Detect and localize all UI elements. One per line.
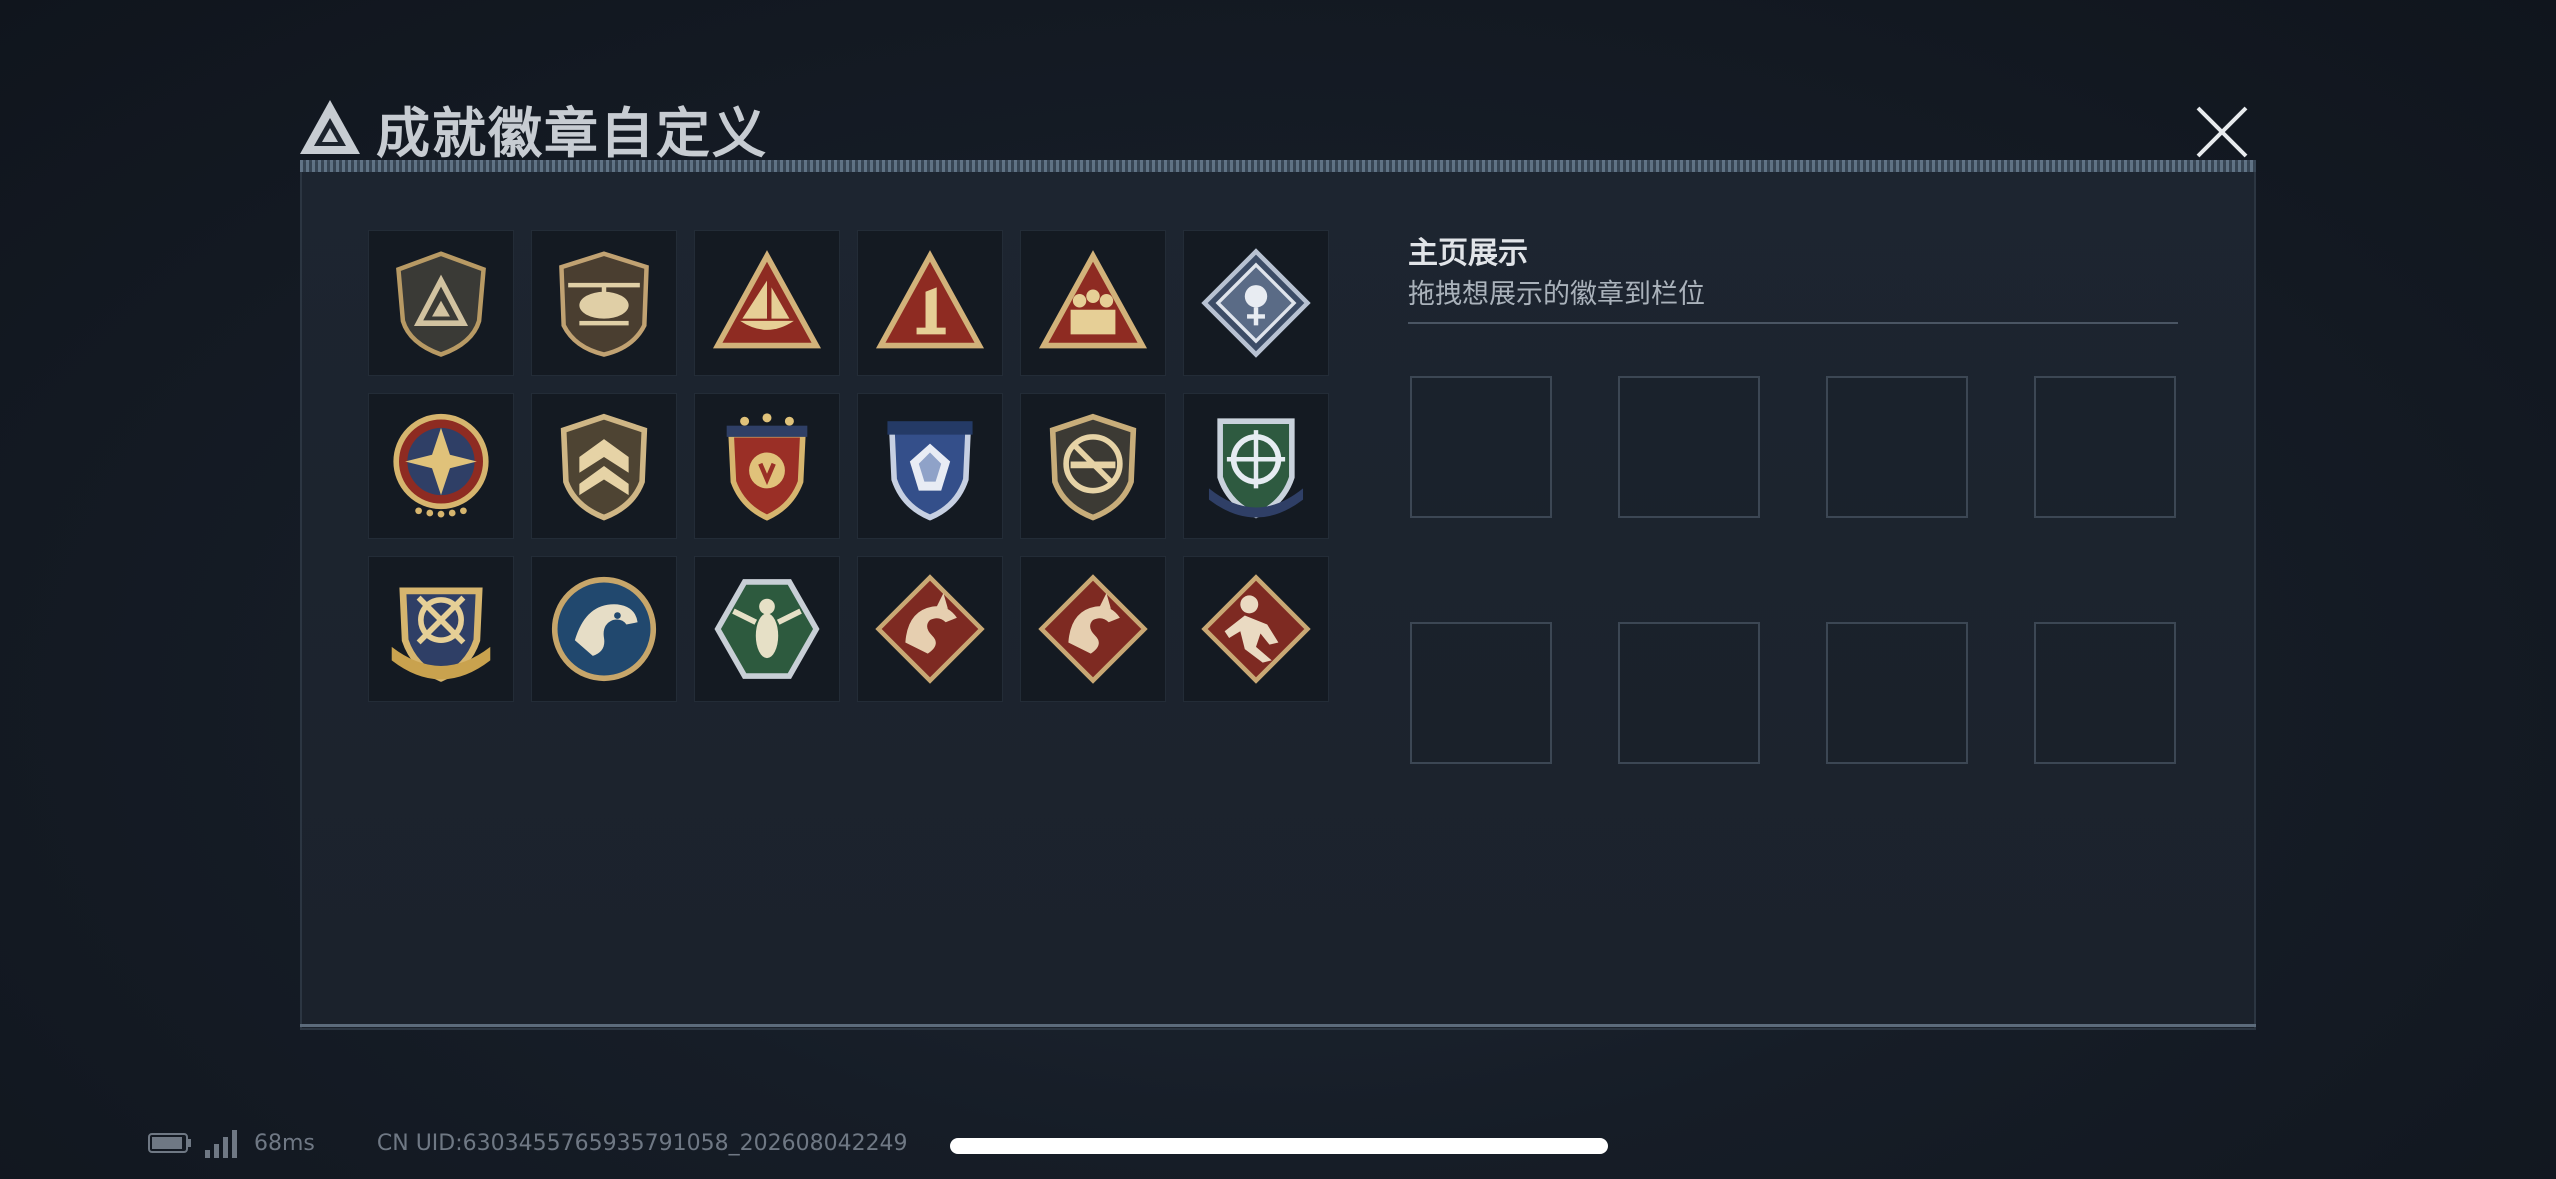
showcase-subtitle: 拖拽想展示的徽章到栏位 xyxy=(1408,279,1705,310)
green-hexagon-wasp-badge-icon xyxy=(714,579,820,679)
uid-text: CN UID:6303455765935791058_202608042249 xyxy=(376,1130,908,1156)
badge-no-rifle[interactable] xyxy=(1020,393,1166,539)
home-indicator[interactable] xyxy=(950,1138,1608,1154)
panel-bottom-line xyxy=(300,1024,2256,1027)
delta-triangle-logo-icon xyxy=(300,100,360,154)
shield-triangle-badge-icon xyxy=(396,251,486,357)
badge-green-crosshair[interactable] xyxy=(1183,393,1329,539)
triangle-soldiers-badge-icon xyxy=(1038,250,1148,349)
badge-triangle-number-one[interactable] xyxy=(857,230,1003,376)
showcase-divider xyxy=(1408,322,2178,324)
showcase-slot[interactable] xyxy=(1410,622,1552,764)
badge-grid xyxy=(368,230,1329,702)
badge-red-dragon-1[interactable] xyxy=(857,556,1003,702)
red-shield-stars-badge-icon xyxy=(726,413,808,521)
showcase-slot[interactable] xyxy=(1826,376,1968,518)
helicopter-badge-icon xyxy=(559,251,649,357)
badge-red-runner[interactable] xyxy=(1183,556,1329,702)
no-rifle-badge-icon xyxy=(1049,413,1137,521)
triangle-boat-badge-icon xyxy=(712,250,822,349)
badge-helicopter[interactable] xyxy=(531,230,677,376)
badge-shield-triangle[interactable] xyxy=(368,230,514,376)
badge-star-compass[interactable] xyxy=(368,393,514,539)
status-footer: 68ms CN UID:6303455765935791058_20260804… xyxy=(148,1128,908,1158)
page-title: 成就徽章自定义 xyxy=(376,101,768,165)
showcase-slot[interactable] xyxy=(2034,622,2176,764)
badge-triangle-soldiers[interactable] xyxy=(1020,230,1166,376)
gold-crosshair-shield-badge-icon xyxy=(391,587,491,682)
red-dragon-badge-icon xyxy=(875,574,985,684)
badge-diamond-rose[interactable] xyxy=(1183,230,1329,376)
green-crosshair-badge-icon xyxy=(1208,418,1304,519)
showcase-slot[interactable] xyxy=(1410,376,1552,518)
badge-green-hexagon-wasp[interactable] xyxy=(694,556,840,702)
screen: 成就徽章自定义 主页展示 拖拽想展示的徽章到栏位 68ms CN UID:630… xyxy=(0,0,2556,1179)
eagle-badge-icon xyxy=(551,576,657,682)
red-dragon-badge-icon xyxy=(1038,574,1148,684)
battery-icon xyxy=(148,1133,191,1153)
badge-shield-chevron[interactable] xyxy=(531,393,677,539)
showcase-slot-grid xyxy=(1410,376,2176,764)
badge-red-shield-stars[interactable] xyxy=(694,393,840,539)
red-runner-badge-icon xyxy=(1201,574,1311,684)
badge-red-dragon-2[interactable] xyxy=(1020,556,1166,702)
showcase-slot[interactable] xyxy=(1618,622,1760,764)
showcase-slot[interactable] xyxy=(1826,622,1968,764)
badge-eagle[interactable] xyxy=(531,556,677,702)
badge-triangle-boat[interactable] xyxy=(694,230,840,376)
page-header: 成就徽章自定义 xyxy=(298,88,768,168)
showcase-title: 主页展示 xyxy=(1408,236,1528,271)
badge-gold-crosshair-shield[interactable] xyxy=(368,556,514,702)
badge-blue-shield-gem[interactable] xyxy=(857,393,1003,539)
signal-icon xyxy=(205,1130,237,1158)
triangle-number-one-badge-icon xyxy=(875,250,985,349)
star-compass-badge-icon xyxy=(393,413,489,518)
ping-value: 68ms xyxy=(254,1130,315,1156)
showcase-slot[interactable] xyxy=(1618,376,1760,518)
showcase-slot[interactable] xyxy=(2034,376,2176,518)
shield-chevron-badge-icon xyxy=(560,413,648,521)
blue-shield-gem-badge-icon xyxy=(887,421,973,521)
diamond-rose-badge-icon xyxy=(1201,248,1311,358)
close-icon[interactable] xyxy=(2190,100,2254,164)
